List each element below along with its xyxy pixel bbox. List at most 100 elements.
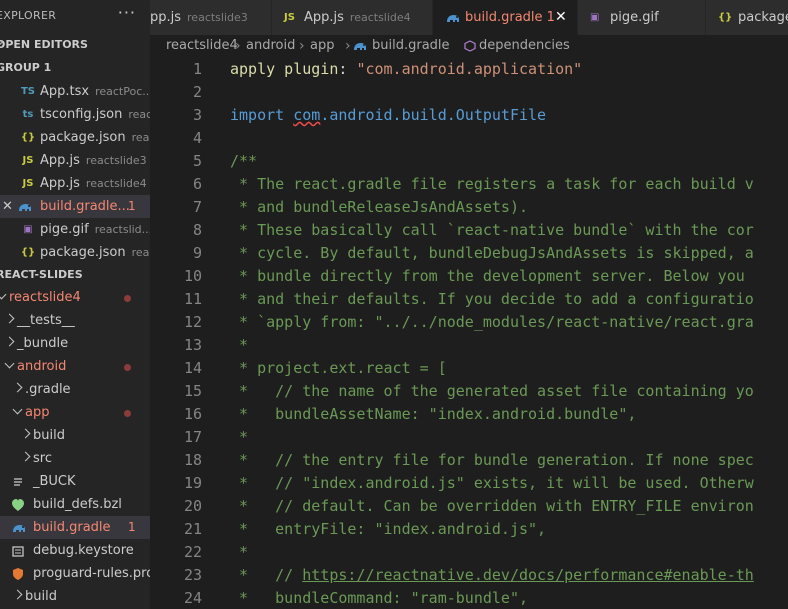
folder-item[interactable]: app — [0, 401, 150, 424]
modified-dot — [124, 410, 131, 417]
open-editor-item[interactable]: ✕ build.gradle... 1 — [0, 195, 150, 218]
code-token: com — [293, 106, 321, 124]
folder-item[interactable]: reactslide4 — [0, 286, 150, 309]
code-text: * // https://reactnative.dev/docs/perfor… — [230, 564, 754, 587]
line-number: 23 — [183, 566, 202, 584]
code-text: import com.android.build.OutputFile — [230, 104, 546, 127]
folder-item[interactable]: _bundle — [0, 332, 150, 355]
file-item[interactable]: _BUCK — [0, 470, 150, 493]
code-line: 2 — [150, 81, 788, 104]
code-line: 1 apply plugin: "com.android.application" — [150, 58, 788, 81]
editor-tab[interactable]: JS App.js reactslide4 — [272, 0, 433, 35]
file-item[interactable]: build_defs.bzl — [0, 493, 150, 516]
line-number: 16 — [183, 405, 202, 423]
code-token: * `apply from: "../../node_modules/react… — [230, 313, 754, 331]
chevron-right-icon — [20, 451, 31, 462]
line-number: 7 — [192, 198, 202, 216]
open-editor-item[interactable]: ts tsconfig.jsonreac... — [0, 103, 150, 126]
file-item[interactable]: proguard-rules.pro — [0, 562, 150, 585]
open-editor-item[interactable]: ▣ pige.gif reactslid... — [0, 218, 150, 241]
open-editor-item[interactable]: {} package.jsonrea... — [0, 126, 150, 149]
code-text: * bundleAssetName: "index.android.bundle… — [230, 403, 636, 426]
breadcrumb-item[interactable]: build.gradle — [372, 35, 450, 57]
code-editor[interactable]: 1 apply plugin: "com.android.application"… — [150, 57, 788, 609]
folder-item[interactable]: src — [0, 447, 150, 470]
modified-dot — [124, 364, 131, 371]
folder-label: __tests__ — [17, 313, 75, 328]
chevron-down-icon — [4, 358, 15, 369]
line-number: 22 — [183, 543, 202, 561]
line-number: 4 — [192, 129, 202, 147]
line-number: 9 — [192, 244, 202, 262]
group-header[interactable]: GROUP 1 — [0, 57, 150, 79]
tab-label: package. — [738, 10, 788, 25]
folder-item[interactable]: build — [0, 424, 150, 447]
code-text: * // the entry file for bundle generatio… — [230, 449, 754, 472]
editor-tab[interactable]: ▣ pige.gif — [578, 0, 706, 35]
open-editor-item[interactable]: {} package.jsonrea... — [0, 241, 150, 264]
open-editor-item[interactable]: JS App.js reactslide4 — [0, 172, 150, 195]
more-actions-icon[interactable]: ··· — [118, 3, 136, 22]
editor-tab[interactable]: build.gradle 1 ✕ — [433, 0, 578, 35]
open-editor-item[interactable]: TS App.tsx reactPoc... — [0, 80, 150, 103]
file-item[interactable]: build.gradle 1 — [0, 516, 150, 539]
tab-label: build.gradle 1 — [465, 10, 555, 25]
close-tab-icon[interactable]: ✕ — [555, 0, 567, 35]
file-label: debug.keystore — [33, 543, 134, 558]
code-token: .android.build.OutputFile — [320, 106, 547, 124]
open-editor-label: build.gradle... — [40, 199, 130, 214]
line-number: 12 — [183, 313, 202, 331]
editor-tab[interactable]: {} package. — [706, 0, 788, 35]
open-editor-label: App.js reactslide3 — [40, 153, 147, 168]
line-number: 11 — [183, 290, 202, 308]
file-item[interactable]: debug.keystore — [0, 539, 150, 562]
file-label: build.gradle — [33, 520, 111, 535]
folder-item[interactable]: android — [0, 355, 150, 378]
breadcrumb-item[interactable]: dependencies — [479, 35, 570, 57]
tsconfig-icon: ts — [22, 109, 34, 120]
folder-label: reactslide4 — [9, 290, 81, 305]
gradle-icon — [445, 0, 461, 25]
breadcrumb-item[interactable]: app — [310, 35, 334, 57]
line-number: 5 — [192, 152, 202, 170]
code-line: 21 * entryFile: "index.android.js", — [150, 518, 788, 541]
chevron-down-icon — [12, 404, 23, 415]
code-text: * project.ext.react = [ — [230, 357, 447, 380]
code-token: * // default. Can be overridden with ENT… — [230, 497, 754, 515]
code-text: * These basically call `react-native bun… — [230, 219, 754, 242]
code-text: * entryFile: "index.android.js", — [230, 518, 546, 541]
line-number: 20 — [183, 497, 202, 515]
json-icon: {} — [20, 132, 36, 143]
close-icon[interactable]: ✕ — [2, 195, 13, 218]
code-line: 10 * bundle directly from the developmen… — [150, 265, 788, 288]
link[interactable]: https://reactnative.dev/docs/performance… — [302, 566, 754, 584]
breadcrumb-item[interactable]: reactslide4 — [166, 35, 238, 57]
code-token: * // "index.android.js" exists, it will … — [230, 474, 754, 492]
line-number: 1 — [192, 60, 202, 78]
code-text: * and bundleReleaseJsAndAssets). — [230, 196, 528, 219]
code-line: 17 * — [150, 426, 788, 449]
chevron-right-icon: › — [235, 38, 241, 54]
code-text: * — [230, 334, 248, 357]
project-header[interactable]: REACT-SLIDES — [0, 264, 150, 286]
file-label: _BUCK — [33, 474, 76, 489]
code-line: 23 * // https://reactnative.dev/docs/per… — [150, 564, 788, 587]
folder-item[interactable]: .gradle — [0, 378, 150, 401]
folder-label: app — [25, 405, 50, 420]
line-number: 17 — [183, 428, 202, 446]
open-editors-header[interactable]: OPEN EDITORS — [0, 34, 150, 56]
code-line: 3 import com.android.build.OutputFile — [150, 104, 788, 127]
open-editor-item[interactable]: JS App.js reactslide3 — [0, 149, 150, 172]
chevron-right-icon — [20, 428, 31, 439]
javascript-icon: JS — [22, 155, 34, 166]
chevron-right-icon — [12, 589, 23, 600]
editor-tab[interactable]: pp.js reactslide3 — [150, 0, 272, 35]
breadcrumb-item[interactable]: android — [246, 35, 295, 57]
breadcrumb: reactslide4 › android › app › build.gradle depe… — [150, 35, 788, 57]
code-line: 11 * and their defaults. If you decide t… — [150, 288, 788, 311]
open-editor-description: reactslid... — [94, 223, 150, 236]
folder-item[interactable]: build — [0, 585, 150, 608]
folder-label: android — [17, 359, 67, 374]
keystore-icon — [11, 539, 27, 558]
folder-item[interactable]: __tests__ — [0, 309, 150, 332]
